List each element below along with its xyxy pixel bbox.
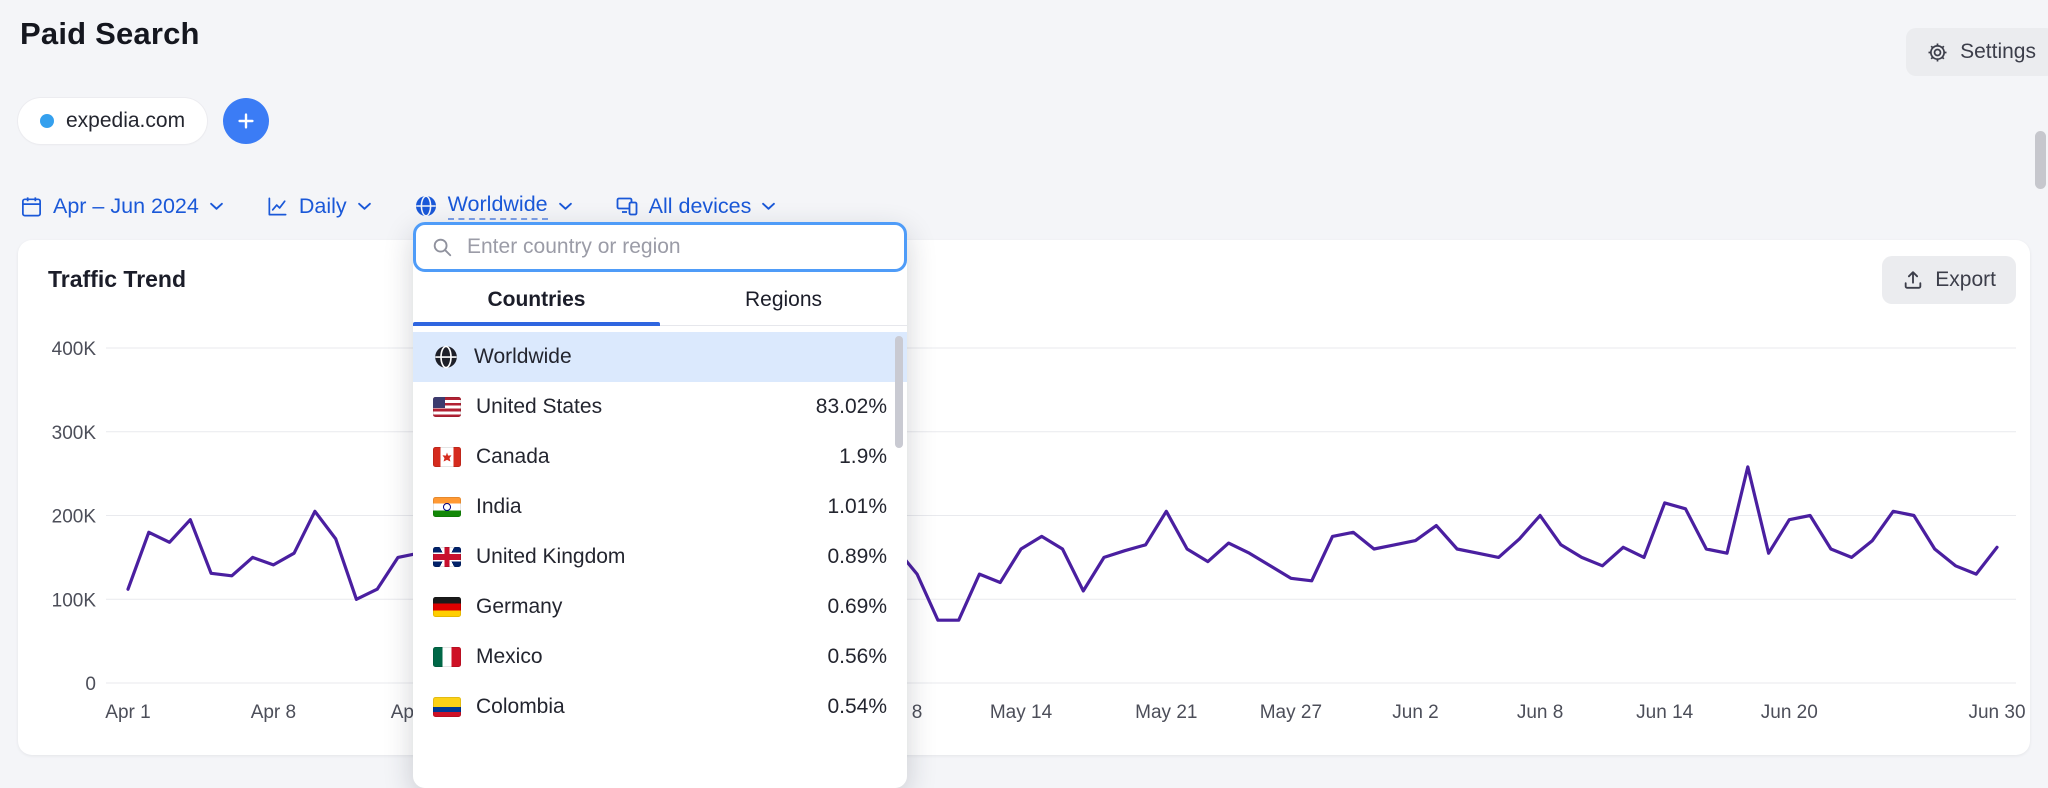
line-chart-icon xyxy=(266,195,289,218)
country-name: United States xyxy=(476,395,603,418)
filter-location-label: Worldwide xyxy=(447,192,548,220)
in-flag-icon xyxy=(433,497,461,517)
svg-text:Apr 1: Apr 1 xyxy=(105,702,150,723)
country-name: Germany xyxy=(476,595,563,618)
filter-granularity[interactable]: Daily xyxy=(266,194,372,219)
country-share: 0.89% xyxy=(827,545,887,568)
settings-label: Settings xyxy=(1960,40,2036,63)
de-flag-icon xyxy=(433,597,461,617)
domain-chips-row: expedia.com xyxy=(18,98,270,144)
dropdown-tabs: Countries Regions xyxy=(413,274,907,326)
svg-text:May 21: May 21 xyxy=(1135,702,1197,723)
svg-text:200K: 200K xyxy=(52,507,97,528)
country-name: Canada xyxy=(476,445,550,468)
co-flag-icon xyxy=(433,697,461,717)
country-share: 83.02% xyxy=(815,395,887,418)
page-title: Paid Search xyxy=(20,16,200,51)
ca-flag-icon xyxy=(433,447,461,467)
svg-text:May 14: May 14 xyxy=(990,702,1053,723)
country-list-item[interactable]: Worldwide xyxy=(413,332,907,382)
country-share: 0.69% xyxy=(827,595,887,618)
filter-granularity-label: Daily xyxy=(298,193,347,218)
calendar-icon xyxy=(20,195,43,218)
scrollbar-thumb[interactable] xyxy=(895,336,903,448)
plus-icon xyxy=(235,110,257,132)
filter-devices[interactable]: All devices xyxy=(615,194,777,219)
export-label: Export xyxy=(1935,268,1996,291)
card-title: Traffic Trend xyxy=(48,266,187,292)
traffic-trend-chart: 0100K200K300K400KApr 1Apr 8Apr 15Apr 22A… xyxy=(52,339,2026,723)
search-icon xyxy=(431,236,453,258)
mx-flag-icon xyxy=(433,647,461,667)
country-share: 0.54% xyxy=(827,695,887,718)
export-button[interactable]: Export xyxy=(1882,256,2016,304)
filter-bar: Apr – Jun 2024 Daily Worldwide All devic… xyxy=(20,192,776,220)
country-name: United Kingdom xyxy=(476,545,626,568)
country-list-item[interactable]: Mexico 0.56% xyxy=(413,632,907,682)
filter-date-range-label: Apr – Jun 2024 xyxy=(53,193,199,218)
country-name: Mexico xyxy=(476,645,543,668)
page-scrollbar-thumb[interactable] xyxy=(2035,131,2046,189)
devices-icon xyxy=(615,194,639,218)
add-domain-button[interactable] xyxy=(223,98,270,144)
filter-date-range[interactable]: Apr – Jun 2024 xyxy=(20,194,224,219)
settings-button[interactable]: Settings xyxy=(1906,28,2048,76)
country-list-item[interactable]: Colombia 0.54% xyxy=(413,682,907,732)
svg-text:Jun 2: Jun 2 xyxy=(1392,702,1438,723)
chevron-down-icon xyxy=(761,202,776,211)
traffic-trend-card: Traffic Trend Export 0 100K 200K 300K 400K Ap… xyxy=(18,240,2030,755)
svg-text:Apr 8: Apr 8 xyxy=(251,702,296,723)
chevron-down-icon xyxy=(357,202,372,211)
svg-text:Jun 30: Jun 30 xyxy=(1968,702,2025,723)
country-list-item[interactable]: Germany 0.69% xyxy=(413,582,907,632)
country-list-item[interactable]: United Kingdom 0.89% xyxy=(413,532,907,582)
domain-chip-label: expedia.com xyxy=(66,109,186,132)
svg-text:Jun 14: Jun 14 xyxy=(1636,702,1693,723)
svg-text:100K: 100K xyxy=(52,590,97,611)
country-name: India xyxy=(476,495,522,518)
country-share: 1.01% xyxy=(827,495,887,518)
country-list: Worldwide United States 83.02% Canada 1.9% In… xyxy=(413,326,907,732)
country-list-item[interactable]: United States 83.02% xyxy=(413,382,907,432)
country-name: Colombia xyxy=(476,695,565,718)
country-search[interactable] xyxy=(413,222,907,272)
country-search-input[interactable] xyxy=(465,234,889,260)
filter-location[interactable]: Worldwide xyxy=(414,192,573,220)
svg-text:300K: 300K xyxy=(52,423,97,444)
country-list-item[interactable]: India 1.01% xyxy=(413,482,907,532)
country-share: 0.56% xyxy=(827,645,887,668)
export-icon xyxy=(1902,269,1924,291)
svg-text:May 27: May 27 xyxy=(1260,702,1322,723)
globe-icon xyxy=(414,194,438,218)
domain-chip[interactable]: expedia.com xyxy=(18,98,208,144)
gear-icon xyxy=(1926,41,1949,64)
svg-text:400K: 400K xyxy=(52,339,97,360)
svg-text:Jun 8: Jun 8 xyxy=(1517,702,1563,723)
location-dropdown-panel: Countries Regions Worldwide United States… xyxy=(413,222,907,788)
domain-dot-icon xyxy=(40,114,54,128)
worldwide-globe-icon xyxy=(433,344,459,370)
gb-flag-icon xyxy=(433,547,461,567)
tab-countries[interactable]: Countries xyxy=(413,274,660,326)
chevron-down-icon xyxy=(558,202,573,211)
chevron-down-icon xyxy=(209,202,224,211)
country-share: 1.9% xyxy=(839,445,887,468)
country-list-item[interactable]: Canada 1.9% xyxy=(413,432,907,482)
trend-line xyxy=(126,465,1999,622)
svg-text:Jun 20: Jun 20 xyxy=(1761,702,1818,723)
us-flag-icon xyxy=(433,397,461,417)
filter-devices-label: All devices xyxy=(648,193,752,218)
tab-regions[interactable]: Regions xyxy=(660,274,907,325)
svg-text:0: 0 xyxy=(85,674,96,695)
country-name: Worldwide xyxy=(474,345,572,368)
